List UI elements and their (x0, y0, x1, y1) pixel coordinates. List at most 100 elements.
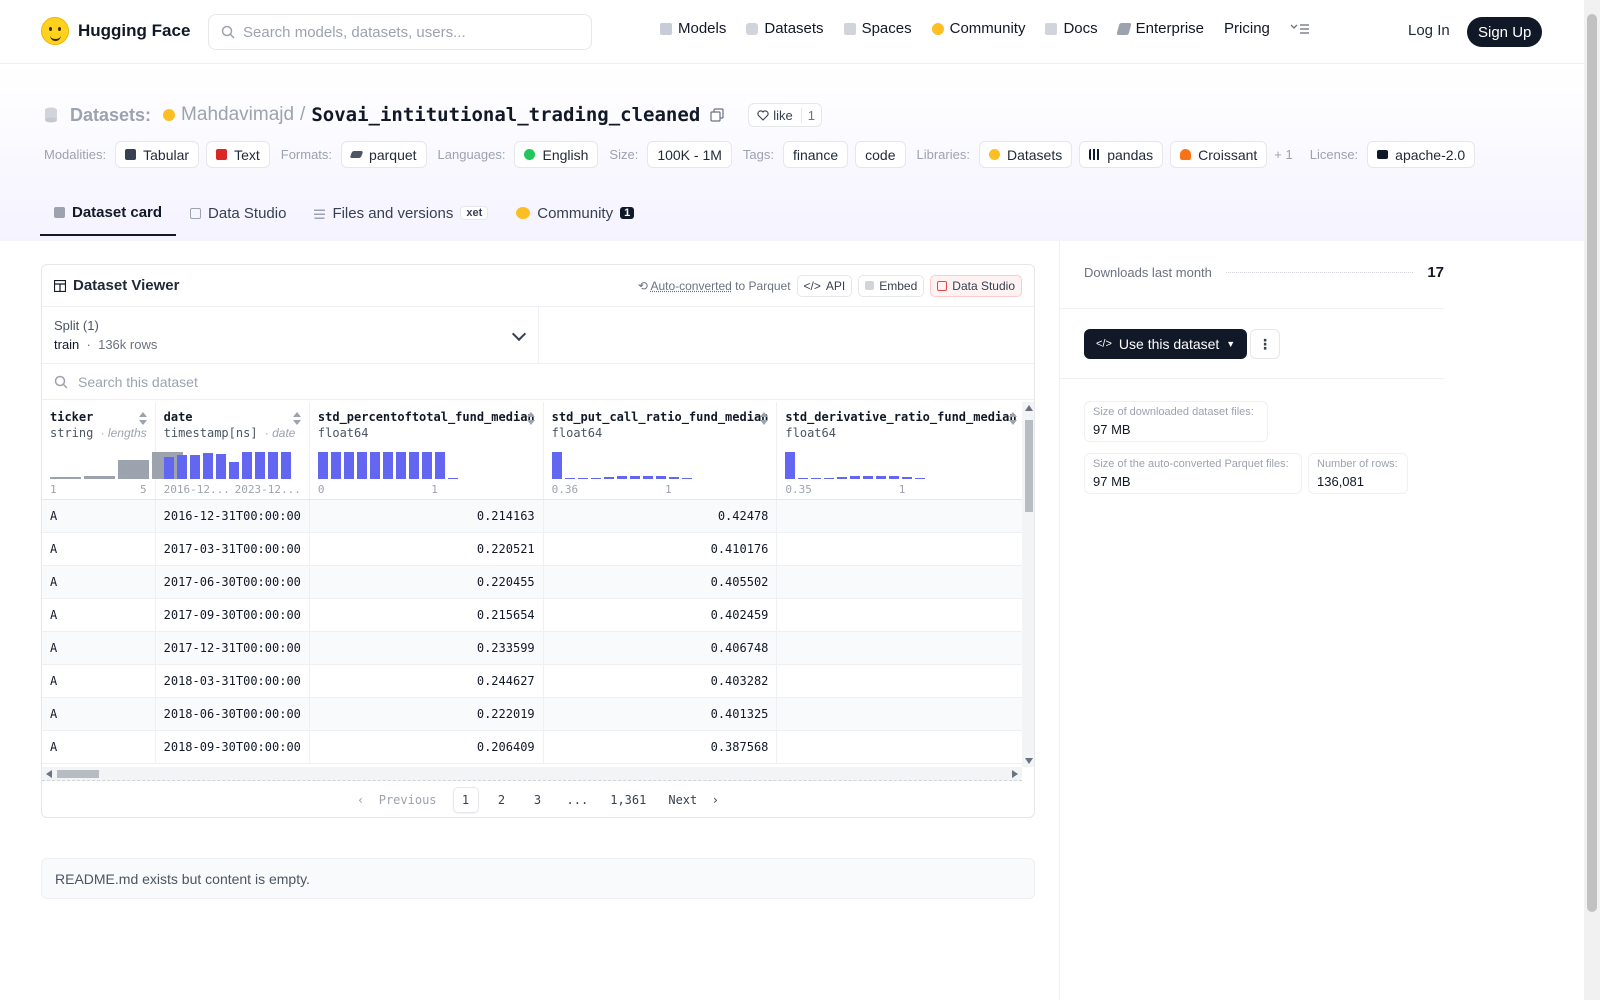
table-cell[interactable] (776, 664, 1022, 698)
tab-dataset-card[interactable]: Dataset card (40, 190, 177, 236)
tag-parquet[interactable]: parquet (341, 141, 427, 168)
histogram-bar[interactable] (551, 451, 562, 479)
histogram-bar[interactable] (863, 475, 874, 479)
histogram-bar[interactable] (811, 477, 822, 479)
histogram-bar[interactable] (228, 461, 239, 479)
login-link[interactable]: Log In (1408, 22, 1450, 39)
table-cell[interactable] (776, 697, 1022, 731)
table-cell[interactable]: 0.406748 (543, 631, 778, 665)
table-cell[interactable]: 2016-12-31T00:00:00 (155, 499, 310, 533)
histogram-bar[interactable] (603, 476, 614, 479)
use-this-dataset-button[interactable]: </> Use this dataset ▼ (1084, 329, 1248, 359)
table-cell[interactable]: 0.233599 (309, 631, 544, 665)
sort-icon[interactable] (292, 412, 301, 426)
data-studio-button[interactable]: Data Studio (930, 274, 1022, 297)
table-cell[interactable]: 2017-06-30T00:00:00 (155, 565, 310, 599)
table-row[interactable]: A 2016-12-31T00:00:00 0.214163 0.42478 (42, 499, 1022, 533)
column-histogram[interactable] (785, 451, 926, 479)
page-scroll-thumb[interactable] (1587, 14, 1597, 912)
table-cell[interactable]: 0.220455 (309, 565, 544, 599)
table-cell[interactable] (776, 598, 1022, 632)
nav-datasets[interactable]: Datasets (746, 20, 824, 37)
scroll-thumb[interactable] (1025, 420, 1033, 512)
table-cell[interactable]: A (42, 730, 156, 764)
histogram-bar[interactable] (343, 451, 354, 479)
tag-finance[interactable]: finance (782, 141, 849, 168)
histogram-bar[interactable] (447, 477, 458, 479)
histogram-bar[interactable] (330, 451, 341, 479)
scroll-left-icon[interactable] (46, 770, 52, 778)
owner-link[interactable]: Mahdavimajd (181, 104, 294, 126)
histogram-bar[interactable] (434, 451, 445, 479)
libraries-more[interactable]: + 1 (1274, 147, 1292, 162)
table-row[interactable]: A 2017-09-30T00:00:00 0.215654 0.402459 (42, 598, 1022, 632)
histogram-bar[interactable] (176, 454, 187, 479)
histogram-bar[interactable] (629, 475, 640, 479)
histogram-bar[interactable] (395, 451, 406, 479)
table-cell[interactable]: 0.214163 (309, 499, 544, 533)
nav-enterprise[interactable]: Enterprise (1116, 20, 1204, 37)
table-cell[interactable] (776, 499, 1022, 533)
table-cell[interactable]: 2018-06-30T00:00:00 (155, 697, 310, 731)
histogram-bar[interactable] (642, 475, 653, 479)
scroll-up-icon[interactable] (1025, 405, 1033, 411)
tag-size[interactable]: 100K - 1M (647, 141, 732, 168)
column-histogram[interactable] (163, 451, 291, 479)
sort-icon[interactable] (1008, 412, 1017, 426)
section-label[interactable]: Datasets: (70, 105, 151, 126)
histogram-bar[interactable] (356, 451, 367, 479)
histogram-bar[interactable] (241, 451, 252, 479)
tab-data-studio[interactable]: Data Studio (176, 190, 300, 236)
next-button[interactable]: Next › (662, 787, 725, 813)
table-cell[interactable]: A (42, 499, 156, 533)
table-row[interactable]: A 2018-03-31T00:00:00 0.244627 0.403282 (42, 664, 1022, 698)
table-cell[interactable]: A (42, 664, 156, 698)
histogram-bar[interactable] (382, 451, 393, 479)
table-cell[interactable]: 0.220521 (309, 532, 544, 566)
table-cell[interactable]: A (42, 631, 156, 665)
tag-tabular[interactable]: Tabular (115, 141, 200, 168)
tab-community[interactable]: Community 1 (502, 190, 648, 236)
page-scrollbar[interactable] (1584, 0, 1600, 1000)
table-cell[interactable]: 2018-03-31T00:00:00 (155, 664, 310, 698)
histogram-bar[interactable] (564, 477, 575, 479)
nav-spaces[interactable]: Spaces (843, 20, 912, 37)
column-histogram[interactable] (551, 451, 692, 479)
column-header-std-put-call-ratio-fund-median[interactable]: std_put_call_ratio_fund_median float64 0.3… (543, 402, 778, 500)
histogram-bar[interactable] (616, 475, 627, 479)
signup-button[interactable]: Sign Up (1467, 17, 1543, 47)
table-cell[interactable]: 2018-09-30T00:00:00 (155, 730, 310, 764)
column-histogram[interactable] (317, 451, 458, 479)
more-options-button[interactable]: ⋮ (1250, 329, 1280, 359)
table-cell[interactable]: A (42, 532, 156, 566)
split-selector[interactable]: Split (1) train · 136k rows (42, 307, 539, 363)
table-row[interactable]: A 2018-06-30T00:00:00 0.222019 0.401325 (42, 697, 1022, 731)
table-cell[interactable]: 2017-03-31T00:00:00 (155, 532, 310, 566)
histogram-bar[interactable] (876, 475, 887, 479)
histogram-bar[interactable] (915, 477, 926, 479)
table-cell[interactable]: 0.387568 (543, 730, 778, 764)
column-header-std-derivative-ratio-fund-median[interactable]: std_derivative_ratio_fund_median float64 0… (776, 402, 1022, 500)
nav-more-menu[interactable] (1290, 23, 1310, 35)
table-cell[interactable]: 0.215654 (309, 598, 544, 632)
auto-converted-link[interactable]: Auto-converted (650, 279, 731, 293)
histogram-bar[interactable] (837, 476, 848, 479)
histogram-bar[interactable] (785, 451, 796, 479)
global-search-input[interactable]: Search models, datasets, users... (208, 14, 592, 50)
histogram-bar[interactable] (798, 477, 809, 479)
histogram-bar[interactable] (163, 456, 174, 479)
page-3[interactable]: 3 (525, 787, 551, 813)
table-cell[interactable]: 0.402459 (543, 598, 778, 632)
nav-pricing[interactable]: Pricing (1224, 20, 1270, 37)
table-cell[interactable]: 0.410176 (543, 532, 778, 566)
vertical-scrollbar[interactable] (1022, 402, 1034, 767)
horizontal-scrollbar[interactable] (42, 767, 1022, 781)
dataset-search-input[interactable]: Search this dataset (42, 364, 1034, 400)
histogram-bar[interactable] (84, 475, 115, 479)
api-button[interactable]: </> API (796, 274, 853, 297)
brand-logo[interactable]: Hugging Face (41, 17, 190, 45)
table-cell[interactable]: 0.222019 (309, 697, 544, 731)
nav-docs[interactable]: Docs (1045, 20, 1098, 37)
sort-icon[interactable] (526, 412, 535, 426)
hscroll-thumb[interactable] (57, 770, 99, 778)
